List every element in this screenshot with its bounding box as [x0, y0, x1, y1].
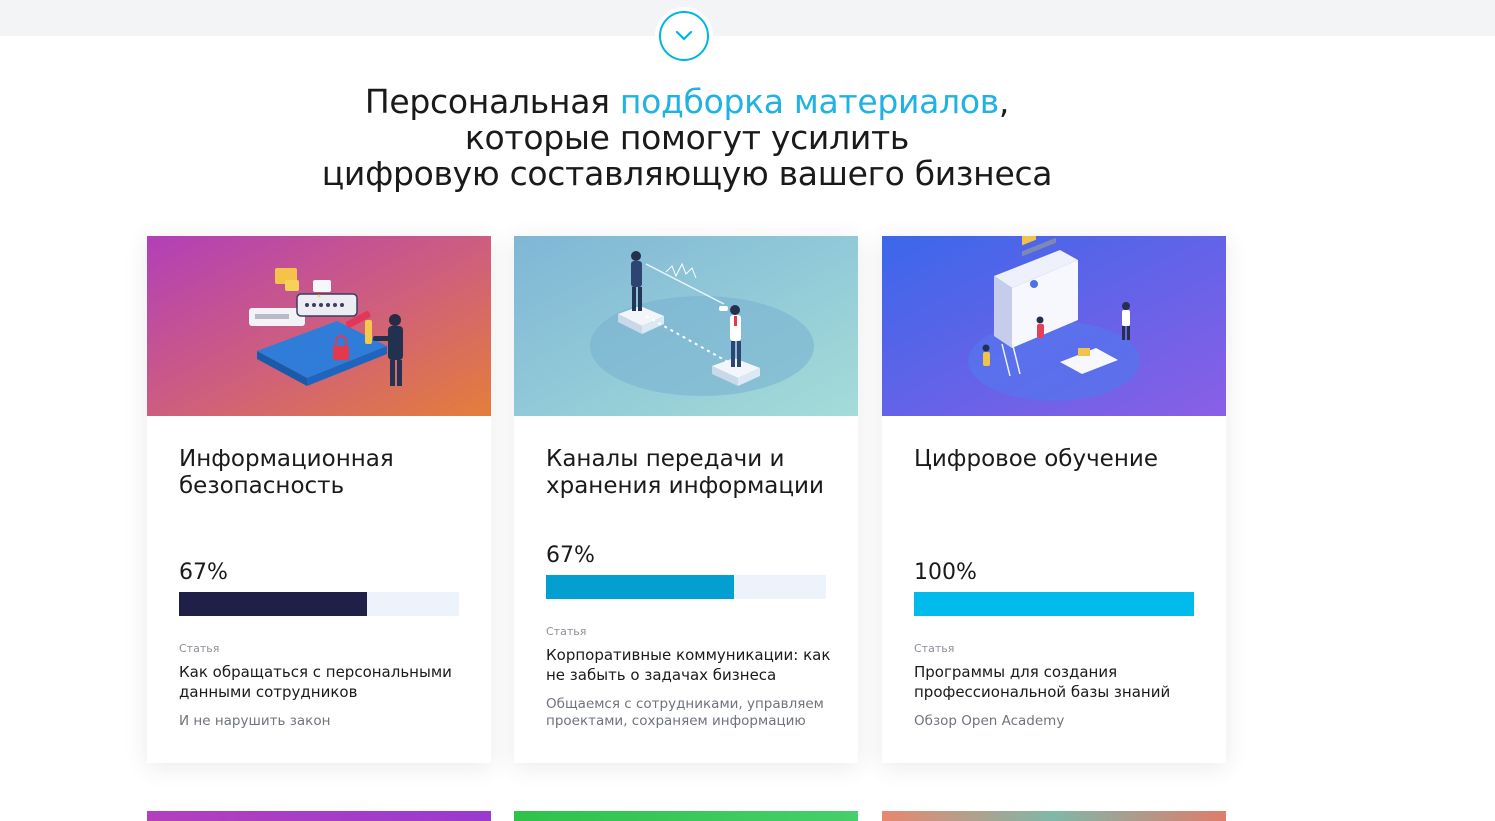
progress-bar-fill [914, 592, 1194, 616]
article-title-link[interactable]: Программы для создания профессиональной … [914, 662, 1204, 702]
article-title-link[interactable]: Как обращаться с персональными данными с… [179, 662, 469, 702]
article-subtitle: И не нарушить закон [179, 713, 331, 729]
next-card-peek [514, 811, 858, 821]
article-kind: Статья [179, 642, 220, 655]
next-card-peek [882, 811, 1226, 821]
progress-bar [914, 592, 1194, 616]
next-card-peek [147, 811, 491, 821]
article-kind: Статья [914, 642, 955, 655]
progress-percent: 67% [179, 560, 228, 585]
learning-illustration [882, 236, 1226, 416]
communication-illustration [514, 236, 858, 416]
card-digital-learning[interactable]: Цифровое обучение 100% Статья Программы … [882, 236, 1226, 763]
headline-line1-pre: Персональная [364, 82, 620, 121]
card-hero-image [147, 236, 491, 416]
headline-line1-post: , [998, 82, 1010, 121]
security-illustration [147, 236, 491, 416]
card-hero-image [882, 236, 1226, 416]
scroll-down-ring [659, 11, 709, 61]
card-title: Каналы передачи и хранения информации [546, 446, 824, 499]
progress-percent: 67% [546, 543, 595, 568]
progress-percent: 100% [914, 560, 977, 585]
card-title: Информационная безопасность [179, 446, 394, 499]
article-subtitle: Обзор Open Academy [914, 713, 1065, 729]
progress-bar-fill [546, 575, 734, 599]
card-hero-image [514, 236, 858, 416]
article-kind: Статья [546, 625, 587, 638]
scroll-down-button[interactable] [655, 7, 713, 65]
card-title: Цифровое обучение [914, 446, 1158, 472]
article-subtitle: Общаемся с сотрудниками, управляем проек… [546, 696, 824, 729]
top-band [0, 0, 1495, 36]
headline-line3: цифровую составляющую вашего бизнеса [321, 154, 1053, 193]
progress-bar [179, 592, 459, 616]
page-headline: Персональная подборка материалов, которы… [230, 84, 1144, 192]
headline-line2: которые помогут усилить [464, 118, 910, 157]
card-information-security[interactable]: Информационная безопасность 67% Статья К… [147, 236, 491, 763]
progress-bar-fill [179, 592, 367, 616]
progress-bar [546, 575, 826, 599]
article-title-link[interactable]: Корпоративные коммуникации: как не забыт… [546, 645, 836, 685]
chevron-down-icon [675, 30, 693, 41]
headline-accent: подборка материалов [619, 82, 999, 121]
card-communication-channels[interactable]: Каналы передачи и хранения информации 67… [514, 236, 858, 763]
